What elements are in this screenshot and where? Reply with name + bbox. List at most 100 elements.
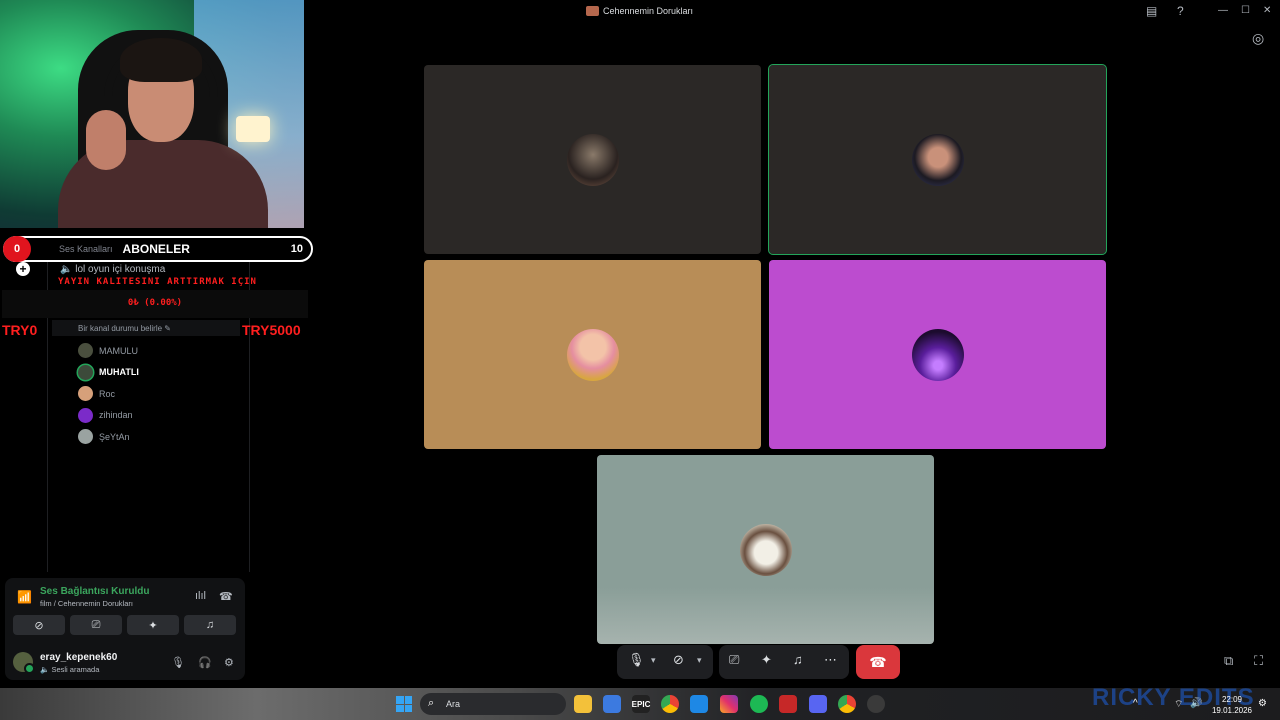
- search-icon: ⌕: [428, 697, 435, 709]
- chrome-icon[interactable]: [661, 695, 679, 713]
- screen-share-icon[interactable]: ⎚: [729, 652, 739, 668]
- voice-member[interactable]: MUHATLI: [78, 362, 139, 384]
- member-name: MUHATLI: [99, 367, 139, 378]
- subscriber-count-badge: 0: [3, 236, 31, 262]
- window-title-text: Cehennemin Dorukları: [603, 6, 694, 16]
- maximize-icon[interactable]: ☐: [1241, 5, 1250, 16]
- add-server-icon[interactable]: +: [16, 262, 30, 276]
- participant-tile[interactable]: [424, 65, 761, 254]
- channel-status-input[interactable]: Bir kanal durumu belirle ✎: [52, 320, 240, 336]
- screen-share-button[interactable]: ⎚: [70, 615, 122, 635]
- volume-icon[interactable]: 🔊: [1190, 698, 1202, 709]
- headphones-icon[interactable]: 🎧: [198, 656, 212, 669]
- member-avatar: [78, 343, 93, 359]
- activities-icon: ✦: [148, 619, 158, 632]
- leave-call-button[interactable]: ☎: [856, 645, 900, 679]
- participant-avatar: [911, 328, 964, 381]
- inbox-icon[interactable]: ▤: [1146, 4, 1157, 18]
- subscriber-goal-label: ABONELER: [122, 242, 190, 256]
- user-panel: eray_kepenek60 🔈 Sesli aramada 🎙 🎧 ⚙: [13, 650, 239, 676]
- camera-toggle-button[interactable]: ⊘: [13, 615, 65, 635]
- help-icon[interactable]: ?: [1177, 4, 1184, 18]
- chrome-profile-icon[interactable]: [838, 695, 856, 713]
- signal-icon: 📶: [17, 590, 32, 604]
- voice-member[interactable]: MAMULU: [78, 340, 139, 362]
- taskbar-search-input[interactable]: [420, 693, 566, 715]
- section-label-voice-channels: Ses Kanalları: [59, 244, 113, 254]
- mail-icon[interactable]: [690, 695, 708, 713]
- hangup-icon: ☎: [869, 653, 887, 670]
- streamer-webcam: [0, 0, 304, 228]
- chevron-up-icon[interactable]: ^: [1133, 698, 1138, 709]
- voice-channel-item[interactable]: 🔈 lol oyun içi konuşma: [60, 264, 165, 275]
- server-icon: [586, 6, 599, 16]
- participant-tile[interactable]: [768, 64, 1107, 255]
- subscriber-goal-bar: 0 Ses Kanalları ABONELER 10: [3, 236, 313, 262]
- participant-tile[interactable]: [597, 455, 934, 644]
- fullscreen-icon[interactable]: ⛶: [1254, 653, 1263, 669]
- discord-icon[interactable]: [809, 695, 827, 713]
- participant-tile[interactable]: [424, 260, 761, 449]
- search-placeholder: Ara: [446, 699, 461, 709]
- noise-suppression-icon[interactable]: ılıl: [195, 590, 206, 602]
- soundboard-icon: ♫: [205, 619, 215, 631]
- notification-icon[interactable]: ⚙: [1258, 698, 1267, 709]
- voice-member[interactable]: Roc: [78, 383, 139, 405]
- windows-start-icon[interactable]: [396, 696, 412, 712]
- donation-min-label: TRY0: [2, 322, 38, 338]
- webcam-hand: [86, 110, 126, 170]
- camera-off-icon: ⊘: [34, 619, 44, 632]
- subscriber-goal-target: 10: [290, 243, 303, 255]
- member-avatar: [78, 364, 93, 380]
- participant-avatar: [911, 133, 964, 186]
- voice-connection-status[interactable]: Ses Bağlantısı Kuruldu: [40, 586, 149, 597]
- settings-gear-icon[interactable]: ⚙: [224, 656, 234, 669]
- soundboard-button[interactable]: ♫: [184, 615, 236, 635]
- instagram-icon[interactable]: [720, 695, 738, 713]
- pencil-icon: ✎: [164, 324, 171, 333]
- user-avatar[interactable]: [13, 652, 35, 674]
- member-name: ŞeYtAn: [99, 431, 130, 442]
- channel-status-placeholder: Bir kanal durumu belirle: [78, 324, 163, 333]
- app-icon[interactable]: [867, 695, 885, 713]
- member-name: zihindan: [99, 410, 133, 421]
- voice-channel-name: lol oyun içi konuşma: [75, 264, 166, 275]
- voice-channel-path[interactable]: film / Cehennemin Dorukları: [40, 599, 133, 608]
- clock[interactable]: 22:09 19.01.2026: [1210, 694, 1254, 716]
- username[interactable]: eray_kepenek60: [40, 652, 117, 663]
- member-avatar: [78, 386, 93, 402]
- stream-quality-text: YAYIN KALITESINI ARTTIRMAK IÇIN: [58, 277, 257, 287]
- participant-tile[interactable]: [769, 260, 1106, 449]
- user-status-text: Sesli aramada: [51, 665, 100, 674]
- clock-time: 22:09: [1221, 695, 1243, 704]
- popout-icon[interactable]: ⧉: [1224, 653, 1233, 669]
- riot-client-icon[interactable]: [779, 695, 797, 713]
- activities-icon[interactable]: ✦: [761, 652, 772, 668]
- activity-icon[interactable]: ◎: [1252, 30, 1264, 47]
- mic-icon[interactable]: 🎙: [628, 652, 645, 668]
- chevron-down-icon[interactable]: ▾: [697, 655, 702, 666]
- file-explorer-icon[interactable]: [574, 695, 592, 713]
- webcam-hair: [120, 38, 202, 82]
- soundboard-icon[interactable]: ♫: [793, 652, 803, 667]
- voice-member-list: MAMULU MUHATLI Roc zihindan ŞeYtAn: [78, 340, 139, 448]
- voice-member[interactable]: ŞeYtAn: [78, 426, 139, 448]
- voice-member[interactable]: zihindan: [78, 405, 139, 427]
- ms-store-icon[interactable]: [603, 695, 621, 713]
- camera-off-icon[interactable]: ⊘: [673, 652, 684, 668]
- member-avatar: [78, 407, 93, 423]
- close-icon[interactable]: ✕: [1263, 5, 1271, 16]
- epic-games-icon[interactable]: EPIC: [632, 695, 650, 713]
- disconnect-icon[interactable]: ☎: [219, 590, 233, 603]
- more-options-icon[interactable]: ⋯: [824, 652, 837, 668]
- activities-button[interactable]: ✦: [127, 615, 179, 635]
- chevron-down-icon[interactable]: ▾: [651, 655, 656, 666]
- wifi-icon[interactable]: ⌔: [1174, 698, 1183, 711]
- microphone-icon[interactable]: 🎙: [171, 656, 185, 669]
- member-avatar: [78, 429, 93, 445]
- clock-date: 19.01.2026: [1211, 706, 1253, 715]
- minimize-icon[interactable]: —: [1218, 5, 1228, 16]
- window-title: Cehennemin Dorukları: [586, 6, 693, 16]
- donation-goal-box: 0₺ (0.00%): [2, 290, 308, 318]
- spotify-icon[interactable]: [750, 695, 768, 713]
